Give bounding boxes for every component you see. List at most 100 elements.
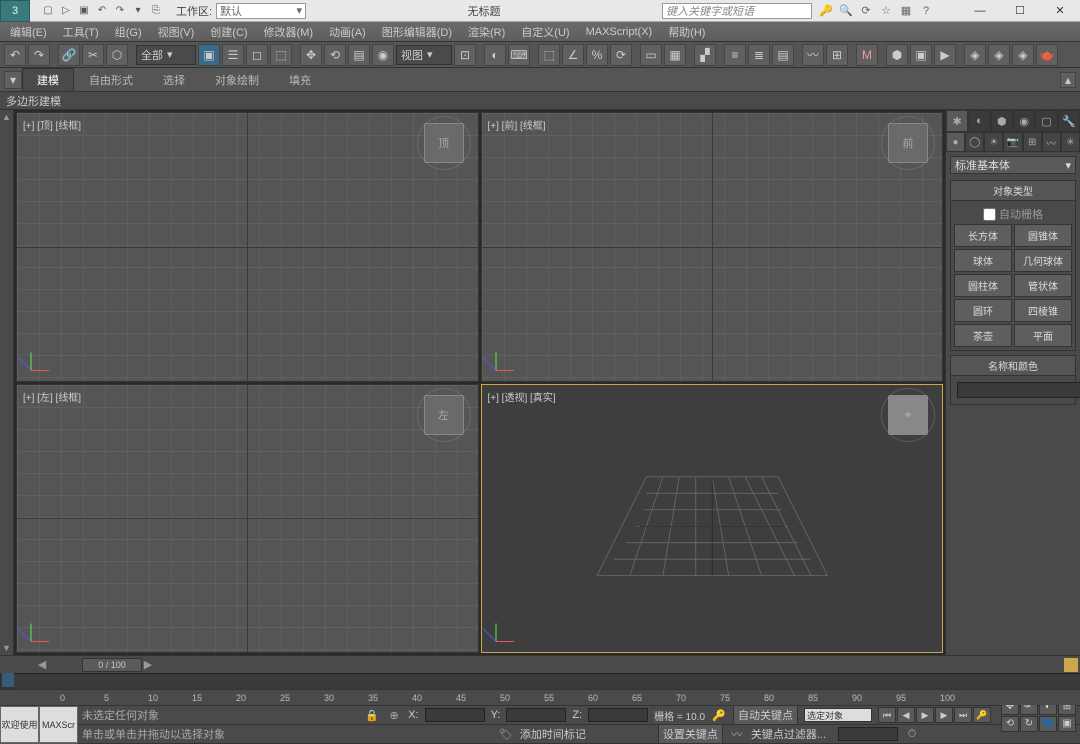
bind-button[interactable]: ⬡ [106, 44, 128, 66]
viewport-perspective[interactable]: [+] [透视] [真实] ◈ [481, 384, 944, 654]
tab-motion[interactable]: ◉ [1013, 110, 1035, 132]
rotate-button[interactable]: ⟲ [324, 44, 346, 66]
render-frame-button[interactable]: ▣ [910, 44, 932, 66]
rollout-header[interactable]: 名称和颜色 [951, 356, 1075, 376]
render-button[interactable]: 🫖 [1036, 44, 1058, 66]
close-button[interactable]: ✕ [1040, 0, 1080, 22]
track-bar[interactable] [14, 673, 1080, 689]
time-config-icon[interactable]: ⏱ [904, 726, 920, 742]
object-type-button[interactable]: 圆锥体 [1014, 224, 1072, 247]
search-icon[interactable]: 🔍 [838, 3, 854, 19]
menu-item[interactable]: 创建(C) [202, 24, 255, 40]
maximize-button[interactable]: ☐ [1000, 0, 1040, 22]
sel-lock-button[interactable]: ▦ [664, 44, 686, 66]
toggle-ribbon-button[interactable]: ▤ [772, 44, 794, 66]
mirror-button[interactable]: ▞ [694, 44, 716, 66]
object-type-button[interactable]: 圆柱体 [954, 274, 1012, 297]
app-logo[interactable]: 3 [0, 0, 30, 22]
menu-item[interactable]: 渲染(R) [460, 24, 513, 40]
slider-left[interactable]: ◀ [36, 658, 48, 671]
minimize-button[interactable]: — [960, 0, 1000, 22]
unlink-button[interactable]: ✂ [82, 44, 104, 66]
render-setup-button[interactable]: ⬢ [886, 44, 908, 66]
add-time-tag[interactable]: 添加时间标记 [520, 726, 586, 742]
welcome-tab[interactable]: 欢迎使用 [0, 706, 39, 743]
qa-more-icon[interactable]: ▾ [130, 3, 146, 19]
menu-item[interactable]: 帮助(H) [660, 24, 713, 40]
menu-item[interactable]: 图形编辑器(D) [374, 24, 460, 40]
prev-frame[interactable]: ◀ [897, 707, 915, 723]
object-type-button[interactable]: 茶壶 [954, 324, 1012, 347]
lock-icon[interactable]: 🔒 [364, 707, 380, 723]
percent-snap[interactable]: % [586, 44, 608, 66]
viewport-left[interactable]: [+] [左] [线框] 左 [16, 384, 479, 654]
ribbon-tab[interactable]: 选择 [148, 68, 200, 92]
menu-item[interactable]: 自定义(U) [513, 24, 577, 40]
snap-toggle[interactable]: ⬚ [538, 44, 560, 66]
preset1-button[interactable]: ◈ [964, 44, 986, 66]
search-input[interactable]: 键入关键字或短语 [662, 3, 812, 19]
viewport-top[interactable]: [+] [顶] [线框] 顶 [16, 112, 479, 382]
subtab-warps[interactable]: 〰 [1042, 132, 1061, 152]
object-name-input[interactable] [957, 382, 1080, 398]
select-button[interactable]: ▣ [198, 44, 220, 66]
tab-create[interactable]: ✱ [946, 110, 968, 132]
menu-item[interactable]: 编辑(E) [2, 24, 55, 40]
vp-label[interactable]: [+] [顶] [线框] [23, 117, 81, 132]
tab-utilities[interactable]: 🔧 [1058, 110, 1080, 132]
tag-icon[interactable]: 🏷 [498, 726, 514, 742]
viewcube-top[interactable]: 顶 [424, 123, 464, 163]
preset2-button[interactable]: ◈ [988, 44, 1010, 66]
cloud-icon[interactable]: ⟳ [858, 3, 874, 19]
goto-start[interactable]: ⏮ [878, 707, 896, 723]
subtab-shapes[interactable]: ◯ [965, 132, 984, 152]
key-target-dropdown[interactable]: 选定对象 [804, 708, 872, 722]
spinner-snap[interactable]: ⟳ [610, 44, 632, 66]
tab-display[interactable]: ▢ [1035, 110, 1057, 132]
goto-end[interactable]: ⏭ [954, 707, 972, 723]
play-button[interactable]: ▶ [916, 707, 934, 723]
object-type-button[interactable]: 圆环 [954, 299, 1012, 322]
ribbon-toggle[interactable]: ▾ [4, 71, 22, 89]
named-sel-button[interactable]: ▭ [640, 44, 662, 66]
qa-open-icon[interactable]: ▷ [58, 3, 74, 19]
coord-icon[interactable]: ⊕ [386, 707, 402, 723]
subtab-cameras[interactable]: 📷 [1003, 132, 1022, 152]
ribbon-tab[interactable]: 建模 [22, 68, 74, 92]
time-slider[interactable]: 0 / 100 [82, 658, 142, 672]
menu-item[interactable]: 组(G) [107, 24, 150, 40]
menu-item[interactable]: 视图(V) [150, 24, 203, 40]
object-type-button[interactable]: 长方体 [954, 224, 1012, 247]
layers-button[interactable]: ≣ [748, 44, 770, 66]
tab-hierarchy[interactable]: ⬢ [991, 110, 1013, 132]
curve-editor-button[interactable]: 〰 [802, 44, 824, 66]
vp-label[interactable]: [+] [左] [线框] [23, 389, 81, 404]
manip-button[interactable]: ◐ [484, 44, 506, 66]
frame-input[interactable] [838, 727, 898, 741]
schematic-button[interactable]: ⊞ [826, 44, 848, 66]
tab-modify[interactable]: ◐ [968, 110, 990, 132]
rollout-header[interactable]: 对象类型 [951, 181, 1075, 201]
menu-item[interactable]: 修改器(M) [256, 24, 322, 40]
key-mode[interactable]: 🔑 [973, 707, 991, 723]
autogrid-checkbox[interactable] [983, 208, 996, 221]
ribbon-tab[interactable]: 对象绘制 [200, 68, 274, 92]
workspace-dropdown[interactable]: 默认▾ [216, 3, 306, 19]
time-slider-bar[interactable]: ◀ 0 / 100 ▶ [0, 655, 1080, 673]
slider-right[interactable]: ▶ [142, 658, 154, 671]
signin-icon[interactable]: 🔑 [818, 3, 834, 19]
move-button[interactable]: ✥ [300, 44, 322, 66]
window-crossing-button[interactable]: ⬚ [270, 44, 292, 66]
material-editor-button[interactable]: M [856, 44, 878, 66]
scroll-down[interactable]: ▼ [2, 643, 12, 653]
selection-filter[interactable]: 全部▾ [136, 45, 196, 65]
select-name-button[interactable]: ☰ [222, 44, 244, 66]
next-frame[interactable]: ▶ [935, 707, 953, 723]
menu-item[interactable]: MAXScript(X) [578, 26, 661, 38]
help-menu-icon[interactable]: ▦ [898, 3, 914, 19]
subtab-lights[interactable]: ☀ [984, 132, 1003, 152]
mini-curve-icon[interactable] [1064, 658, 1078, 672]
redo-button[interactable]: ↷ [28, 44, 50, 66]
ribbon-min-button[interactable]: ▴ [1060, 72, 1076, 88]
object-type-button[interactable]: 四棱锥 [1014, 299, 1072, 322]
